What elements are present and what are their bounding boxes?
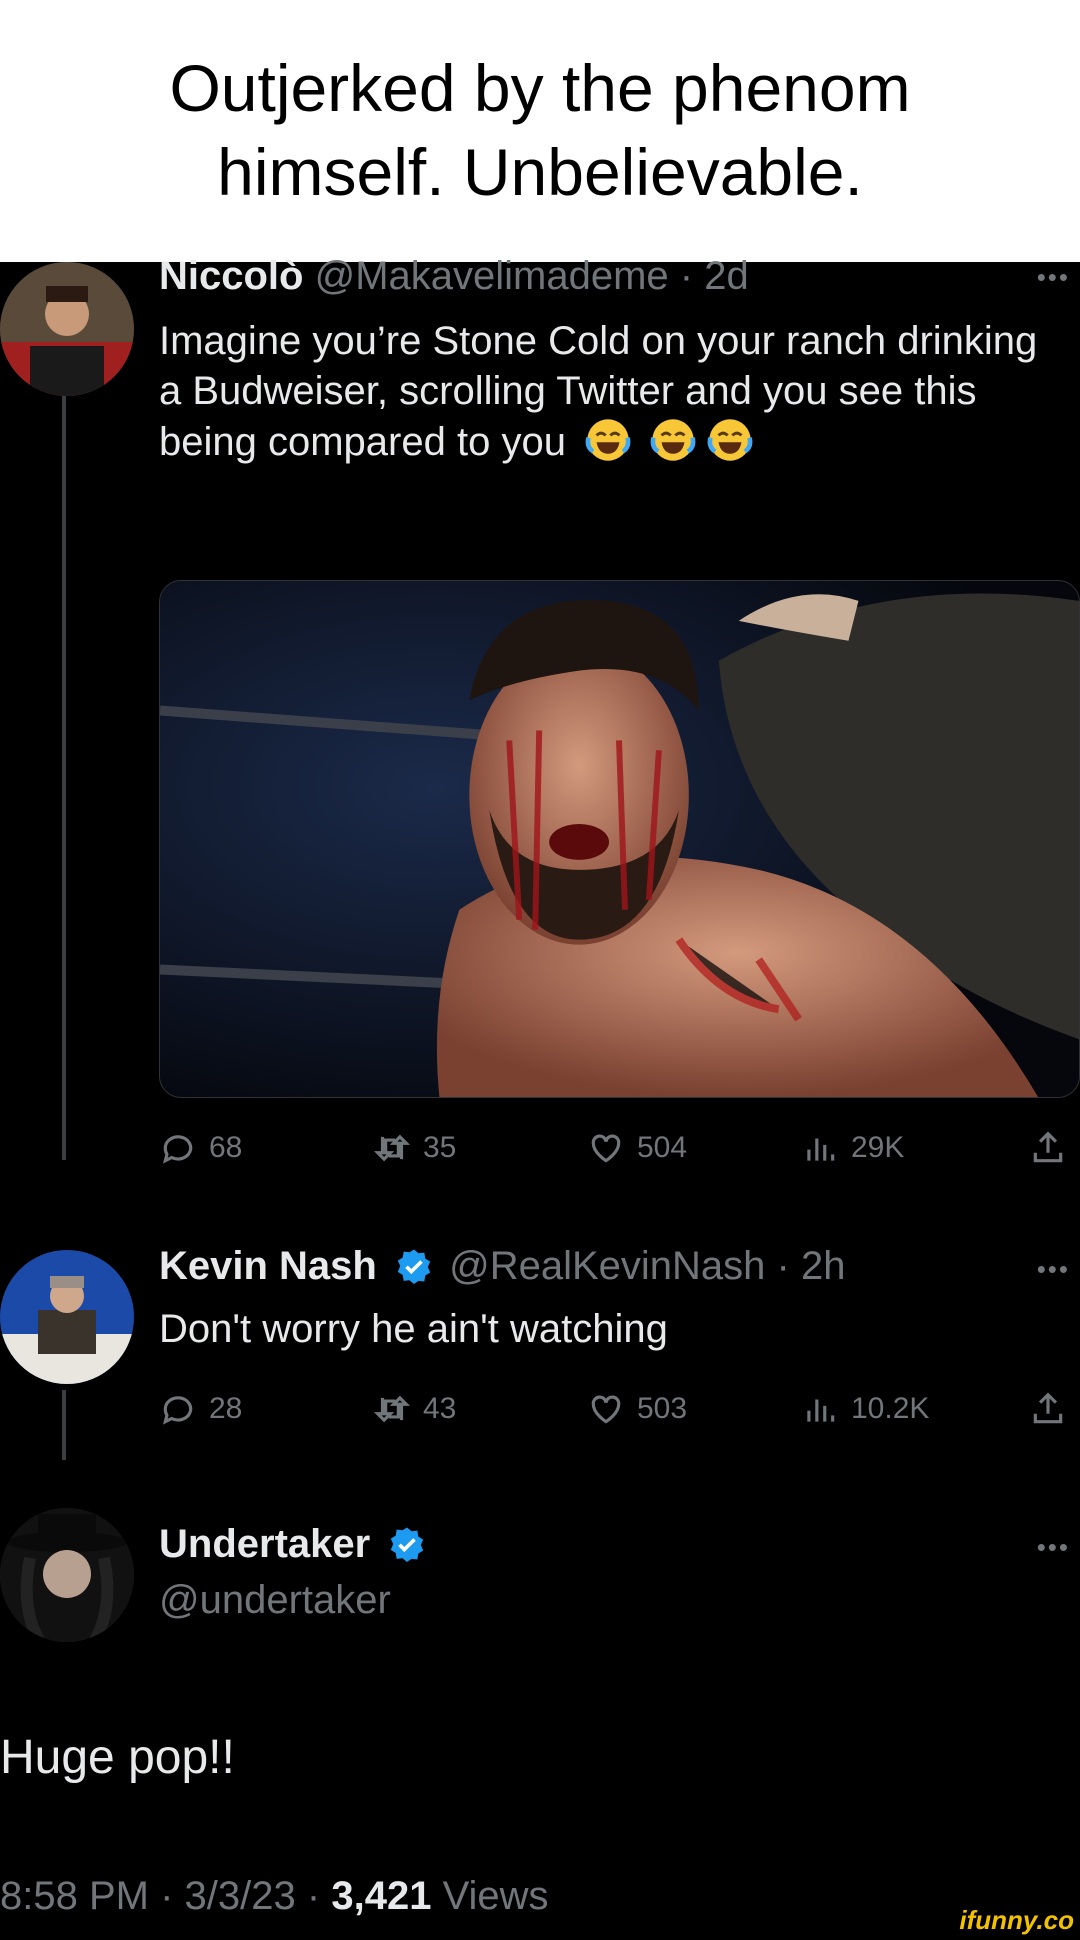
tweet-date[interactable]: 3/3/23 [185, 1874, 296, 1918]
laughing-emoji-icon [585, 417, 631, 463]
retweet-icon [373, 1395, 411, 1423]
laughing-emoji-icon [707, 417, 753, 463]
like-button[interactable]: 503 [587, 1390, 687, 1428]
views-label: Views [442, 1874, 549, 1918]
reply-icon [162, 1135, 193, 1164]
tweet-actions: 28 43 503 10.2K [159, 1390, 1080, 1440]
share-icon [1033, 1392, 1063, 1424]
tweet-header: Undertaker [159, 1522, 431, 1567]
thread-connector [62, 1390, 66, 1460]
retweet-icon [373, 1134, 411, 1162]
tweet-header-handle: @undertaker [159, 1578, 391, 1623]
caption-text: Outjerked by the phenom himself. Unbelie… [169, 51, 911, 209]
share-button[interactable] [1029, 1390, 1067, 1428]
user-handle[interactable]: @RealKevinNash [449, 1244, 765, 1288]
views-icon [807, 1399, 835, 1422]
tweet-image[interactable] [159, 580, 1080, 1098]
tweet-timestamp[interactable]: 8:58 PM [0, 1874, 149, 1918]
share-icon [1033, 1131, 1063, 1163]
verified-badge-icon [391, 1527, 424, 1562]
avatar[interactable] [0, 1250, 134, 1384]
reply-icon [162, 1396, 193, 1425]
tweet-text: Huge pop!! [0, 1731, 235, 1784]
user-handle[interactable]: @undertaker [159, 1578, 391, 1622]
tweet-thread: Niccolò @Makavelimademe · 2d ••• Imagine… [0, 254, 1080, 1940]
retweet-button[interactable]: 35 [373, 1129, 456, 1167]
meme-caption: Outjerked by the phenom himself. Unbelie… [0, 0, 1080, 262]
avatar[interactable] [0, 1508, 134, 1642]
views-count: 10.2K [851, 1392, 930, 1425]
reply-count: 28 [209, 1392, 243, 1425]
separator-dot: · [776, 1244, 790, 1288]
reply-count: 68 [209, 1131, 243, 1164]
more-options-icon[interactable]: ••• [1037, 1254, 1070, 1285]
verified-badge-icon [397, 1249, 431, 1284]
share-button[interactable] [1029, 1129, 1067, 1167]
avatar[interactable] [0, 262, 134, 396]
reply-button[interactable]: 28 [159, 1390, 242, 1428]
more-options-icon[interactable]: ••• [1037, 1532, 1070, 1563]
tweet-text: Don't worry he ain't watching [159, 1307, 668, 1351]
views-button[interactable]: 10.2K [801, 1390, 929, 1428]
more-options-icon[interactable]: ••• [1037, 262, 1070, 293]
display-name[interactable]: Kevin Nash [159, 1244, 377, 1288]
tweet-header: Niccolò @Makavelimademe · 2d [159, 254, 749, 299]
views-icon [807, 1138, 835, 1161]
views-count: 29K [851, 1131, 905, 1164]
like-count: 503 [637, 1392, 688, 1425]
separator-dot: · [160, 1874, 174, 1918]
retweet-count: 43 [423, 1392, 457, 1425]
laughing-emoji-icon [650, 417, 696, 463]
thread-connector [62, 370, 66, 1160]
views-count: 3,421 [331, 1874, 432, 1918]
reply-button[interactable]: 68 [159, 1129, 242, 1167]
tweet-actions: 68 35 504 29K [159, 1129, 1080, 1179]
heart-icon [591, 1134, 621, 1163]
like-count: 504 [637, 1131, 688, 1164]
separator-dot: · [679, 254, 694, 298]
tweet-time[interactable]: 2d [704, 254, 749, 298]
tweet-text: Imagine you’re Stone Cold on your ranch … [159, 316, 1039, 467]
tweet-meta: 8:58 PM · 3/3/23 · 3,421 Views [0, 1874, 549, 1919]
watermark-logo: ifunny.co [959, 1905, 1074, 1935]
views-button[interactable]: 29K [801, 1129, 904, 1167]
user-handle[interactable]: @Makavelimademe [315, 254, 669, 298]
display-name[interactable]: Niccolò [159, 254, 303, 298]
retweet-button[interactable]: 43 [373, 1390, 456, 1428]
tweet-header: Kevin Nash @RealKevinNash · 2h [159, 1244, 846, 1289]
retweet-count: 35 [423, 1131, 457, 1164]
tweet-time[interactable]: 2h [801, 1244, 846, 1288]
separator-dot: · [306, 1874, 321, 1918]
like-button[interactable]: 504 [587, 1129, 687, 1167]
heart-icon [591, 1395, 621, 1424]
display-name[interactable]: Undertaker [159, 1522, 370, 1566]
